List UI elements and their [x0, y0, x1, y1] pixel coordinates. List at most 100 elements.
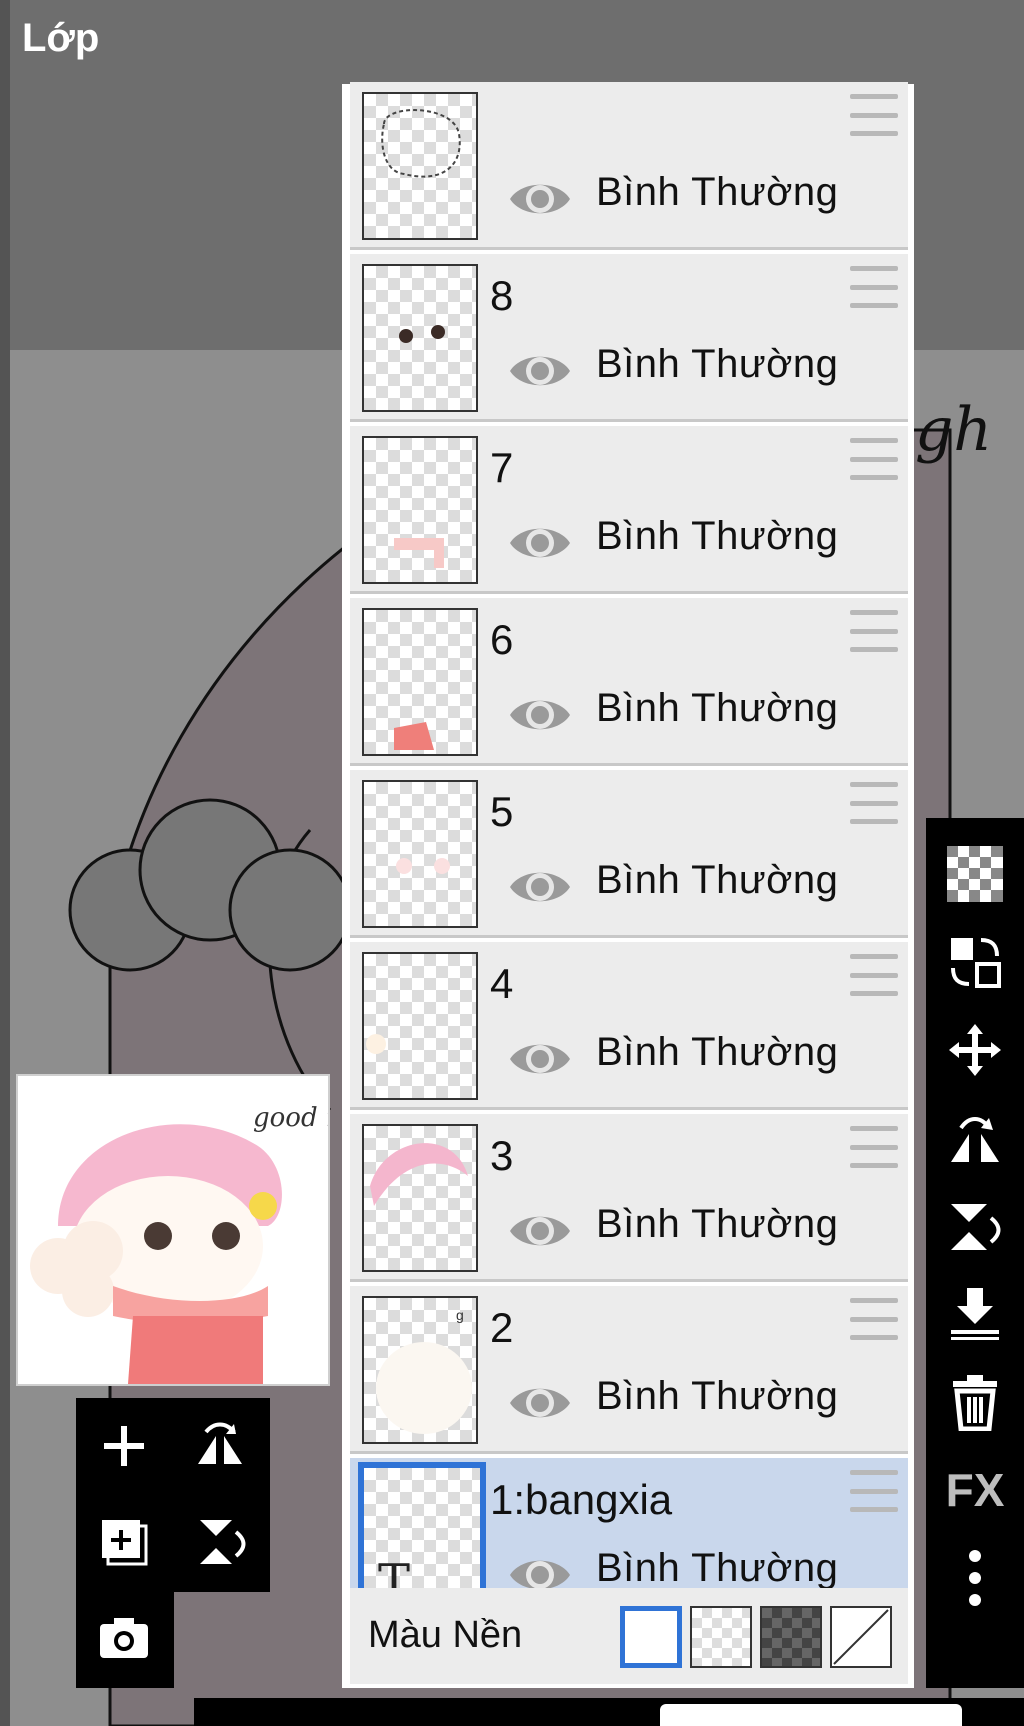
- page-title: Lớp: [22, 16, 100, 60]
- layer-name: 7: [490, 444, 514, 491]
- eye-icon: [510, 1216, 570, 1246]
- transparency-button[interactable]: [926, 830, 1024, 918]
- merge-down-icon: [951, 1288, 999, 1340]
- drag-handle-icon[interactable]: [850, 1470, 898, 1512]
- blend-mode-label[interactable]: Bình Thường: [596, 342, 838, 387]
- eye-icon: [510, 700, 570, 730]
- blend-mode-label[interactable]: Bình Thường: [596, 1546, 838, 1591]
- drag-handle-icon[interactable]: [850, 782, 898, 824]
- layer-thumbnail[interactable]: [362, 1124, 478, 1272]
- visibility-toggle[interactable]: [506, 1034, 574, 1084]
- fx-button[interactable]: FX: [926, 1446, 1024, 1534]
- move-button[interactable]: [926, 1006, 1024, 1094]
- left-edge: [0, 0, 10, 1726]
- merge-down-button[interactable]: [926, 1270, 1024, 1358]
- flip-horizontal-button[interactable]: [172, 1398, 268, 1494]
- layer-row[interactable]: 3 Bình Thường: [350, 1114, 908, 1282]
- trash-icon: [953, 1375, 997, 1431]
- layer-thumbnail[interactable]: g: [362, 1296, 478, 1444]
- layer-row[interactable]: Bình Thường: [350, 82, 908, 250]
- visibility-toggle[interactable]: [506, 1206, 574, 1256]
- blend-mode-label[interactable]: Bình Thường: [596, 1030, 838, 1075]
- visibility-toggle[interactable]: [506, 862, 574, 912]
- drag-handle-icon[interactable]: [850, 954, 898, 996]
- eye-icon: [510, 1044, 570, 1074]
- background-color-row: Màu Nền: [350, 1588, 908, 1684]
- right-toolbar: FX: [926, 818, 1024, 1688]
- svg-text:g: g: [456, 1307, 464, 1323]
- layer-thumbnail[interactable]: [362, 952, 478, 1100]
- camera-pad: [76, 1590, 174, 1688]
- layer-name: 2: [490, 1304, 514, 1351]
- blend-mode-label[interactable]: Bình Thường: [596, 858, 838, 903]
- drag-handle-icon[interactable]: [850, 1298, 898, 1340]
- layer-thumbnail[interactable]: [362, 264, 478, 412]
- visibility-toggle[interactable]: [506, 346, 574, 396]
- blend-mode-label[interactable]: Bình Thường: [596, 170, 838, 215]
- more-options-button[interactable]: [926, 1534, 1024, 1622]
- eye-icon: [510, 528, 570, 558]
- add-image-layer-button[interactable]: [76, 1494, 172, 1590]
- layer-row[interactable]: 6 Bình Thường: [350, 598, 908, 766]
- flip-v-rotate-button[interactable]: [926, 1182, 1024, 1270]
- layer-name: 1:bangxia: [490, 1476, 673, 1523]
- layer-name: 3: [490, 1132, 514, 1179]
- swap-layers-icon: [951, 938, 1001, 988]
- eye-icon: [510, 1388, 570, 1418]
- blend-mode-label[interactable]: Bình Thường: [596, 686, 838, 731]
- move-icon: [949, 1024, 1001, 1076]
- blend-mode-label[interactable]: Bình Thường: [596, 1374, 838, 1419]
- layer-row[interactable]: 8 Bình Thường: [350, 254, 908, 422]
- add-image-layer-icon: [102, 1520, 148, 1566]
- delete-layer-button[interactable]: [926, 1358, 1024, 1446]
- blend-mode-label[interactable]: Bình Thường: [596, 1202, 838, 1247]
- canvas-handwriting: gh: [915, 395, 992, 465]
- camera-icon: [100, 1618, 148, 1658]
- bg-checker-dark-swatch[interactable]: [760, 1606, 822, 1668]
- layer-thumbnail[interactable]: [362, 436, 478, 584]
- drag-handle-icon[interactable]: [850, 94, 898, 136]
- layer-thumbnail[interactable]: [362, 92, 478, 240]
- bottom-blend-selector[interactable]: [660, 1704, 962, 1726]
- preview-text: good night: [253, 1103, 328, 1133]
- flip-h-rotate-button[interactable]: [926, 1094, 1024, 1182]
- canvas-preview[interactable]: good night: [16, 1074, 330, 1386]
- flip-vertical-icon: [200, 1520, 246, 1564]
- bg-white-swatch[interactable]: [620, 1606, 682, 1668]
- eye-icon: [510, 184, 570, 214]
- preview-illustration: good night: [30, 1103, 328, 1384]
- layer-panel: Bình Thường 8 Bình Thường 7 Bình Thường: [342, 82, 914, 1688]
- transparency-icon: [947, 846, 1003, 902]
- layer-name: 5: [490, 788, 514, 835]
- visibility-toggle[interactable]: [506, 690, 574, 740]
- drag-handle-icon[interactable]: [850, 610, 898, 652]
- camera-button[interactable]: [76, 1590, 172, 1686]
- add-layer-icon: [104, 1426, 144, 1466]
- layer-row[interactable]: g 2 Bình Thường: [350, 1286, 908, 1454]
- flip-h-rotate-icon: [951, 1117, 999, 1162]
- drag-handle-icon[interactable]: [850, 438, 898, 480]
- swap-layers-button[interactable]: [926, 918, 1024, 1006]
- left-tool-pad: [76, 1398, 270, 1592]
- layer-name: 6: [490, 616, 514, 663]
- layer-row[interactable]: 5 Bình Thường: [350, 770, 908, 938]
- more-icon: [969, 1550, 981, 1606]
- add-layer-button[interactable]: [76, 1398, 172, 1494]
- layer-thumbnail[interactable]: [362, 780, 478, 928]
- bg-none-swatch[interactable]: [830, 1606, 892, 1668]
- layer-row[interactable]: 4 Bình Thường: [350, 942, 908, 1110]
- flip-horizontal-icon: [198, 1422, 242, 1464]
- no-background-icon: [833, 1609, 889, 1665]
- fx-icon: FX: [945, 1464, 1005, 1516]
- drag-handle-icon[interactable]: [850, 266, 898, 308]
- layer-row[interactable]: 7 Bình Thường: [350, 426, 908, 594]
- layer-thumbnail[interactable]: [362, 608, 478, 756]
- flip-vertical-button[interactable]: [172, 1494, 268, 1590]
- blend-mode-label[interactable]: Bình Thường: [596, 514, 838, 559]
- layer-name: 8: [490, 272, 514, 319]
- visibility-toggle[interactable]: [506, 518, 574, 568]
- visibility-toggle[interactable]: [506, 1378, 574, 1428]
- bg-checker-light-swatch[interactable]: [690, 1606, 752, 1668]
- drag-handle-icon[interactable]: [850, 1126, 898, 1168]
- visibility-toggle[interactable]: [506, 174, 574, 224]
